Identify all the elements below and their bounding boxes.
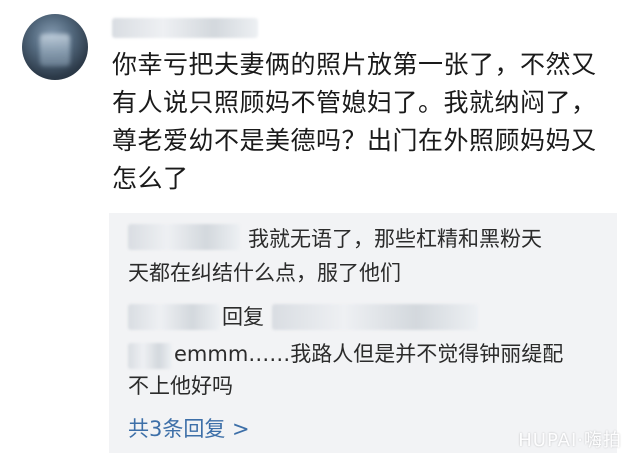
user-avatar[interactable] [22,14,88,80]
reply2-username-blurred[interactable] [128,304,220,330]
reply2-content-blurred [272,304,478,330]
comment-line: 有人说只照顾妈不管媳妇了。我就纳闷了， [112,88,597,117]
reply1-username-blurred[interactable] [128,224,240,250]
comment-line: 尊老爱幼不是美德吗？出门在外照顾妈妈又 [112,126,597,155]
reply3-username-blurred[interactable] [128,343,172,369]
avatar-blurred-face [40,34,70,66]
reply1-text-line1: 我就无语了，那些杠精和黑粉天 [248,227,542,251]
view-all-replies-link[interactable]: 共3条回复 > [128,414,250,444]
username-blurred[interactable] [112,18,258,38]
reply1-text-line2: 天都在纠结什么点，服了他们 [128,261,401,285]
reply3-text-line1: emmm……我路人但是并不觉得钟丽缇配 [174,342,564,366]
reply3-text-line2: 不上他好吗 [128,374,233,398]
watermark-text: HUPAI·嗨拍 [518,430,622,451]
reply2-reply-label: 回复 [222,305,264,329]
comment-line: 怎么了 [112,164,189,193]
comment-body: 你幸亏把夫妻俩的照片放第一张了，不然又 有人说只照顾妈不管媳妇了。我就纳闷了， … [112,46,612,198]
comment-line: 你幸亏把夫妻俩的照片放第一张了，不然又 [112,50,597,79]
